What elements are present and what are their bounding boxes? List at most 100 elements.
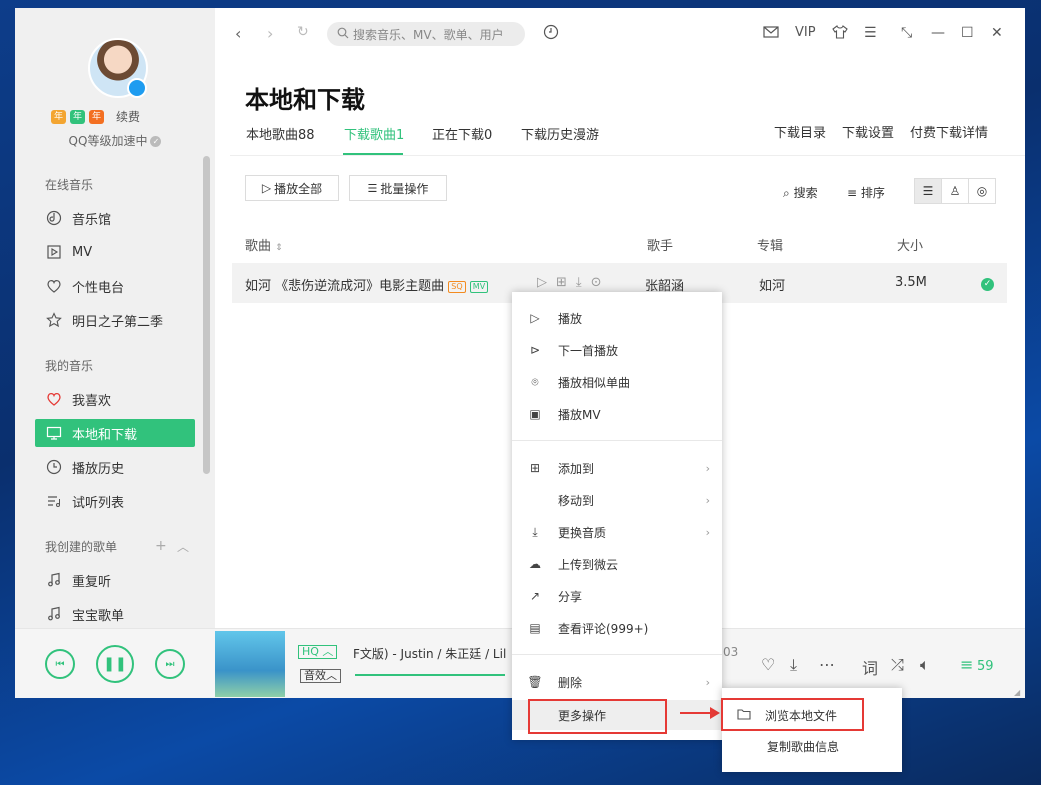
play-icon[interactable]: ▷ xyxy=(537,275,547,290)
sort-button[interactable]: ≡ 排序 xyxy=(847,184,885,201)
menu-item-upload-weiyun[interactable]: ☁ 上传到微云 xyxy=(512,549,722,579)
menu-item-comments[interactable]: ▤ 查看评论(999+) xyxy=(512,613,722,643)
search-local-button[interactable]: ⌕ 搜索 xyxy=(783,184,818,201)
radar-icon: ⌾ xyxy=(531,374,539,389)
pause-button[interactable]: ❚❚ xyxy=(96,645,134,683)
close-icon[interactable]: ✕ xyxy=(991,25,1003,41)
forward-icon[interactable]: › xyxy=(267,24,273,43)
song-title[interactable]: 如河 《悲伤逆流成河》电影主题曲 SQ MV xyxy=(245,275,489,294)
tab-downloaded-songs[interactable]: 下载歌曲1 xyxy=(344,124,404,143)
resize-grip-icon[interactable]: ◢ xyxy=(1014,688,1020,697)
play-all-button[interactable]: ▷ 播放全部 xyxy=(245,175,339,201)
badge-music-package[interactable]: 年 xyxy=(70,109,86,124)
shuffle-icon[interactable]: ⤮ xyxy=(891,655,904,675)
download-icon[interactable]: ⤓ xyxy=(790,655,797,675)
page-title: 本地和下载 xyxy=(245,86,365,114)
menu-divider xyxy=(512,654,722,655)
menu-item-add-to[interactable]: ⊞ 添加到 › xyxy=(512,453,722,483)
badge-green-diamond[interactable]: 年 xyxy=(51,109,67,124)
listen-recognize-icon[interactable] xyxy=(543,24,559,44)
add-playlist-icon[interactable]: + xyxy=(155,538,167,554)
sort-icon: ≡ xyxy=(847,186,858,200)
collapse-icon[interactable]: ︿ xyxy=(177,538,189,555)
chevron-right-icon: › xyxy=(705,493,710,507)
sidebar-item-playlist-repeat[interactable]: 重复听 xyxy=(35,566,195,594)
batch-operation-button[interactable]: ☰ 批量操作 xyxy=(349,175,447,201)
my-music-title: 我的音乐 xyxy=(45,359,94,373)
quality-toggle[interactable]: HQ ︿ xyxy=(298,645,338,659)
singer-view-icon[interactable]: ♙ xyxy=(942,179,969,203)
column-size: 大小 xyxy=(897,239,924,254)
minimize-icon[interactable]: — xyxy=(931,25,945,41)
sidebar-item-music-hall[interactable]: 音乐馆 xyxy=(35,204,195,232)
play-next-icon: ⊳ xyxy=(529,343,541,357)
sidebar-item-radio[interactable]: 个性电台 xyxy=(35,272,195,300)
search-input[interactable]: 搜索音乐、MV、歌单、用户 xyxy=(327,22,525,46)
menu-icon[interactable]: ☰ xyxy=(864,25,877,41)
tab-downloading[interactable]: 正在下载0 xyxy=(432,124,492,143)
menu-item-change-quality[interactable]: ⤓ 更换音质 › xyxy=(512,517,722,547)
maximize-icon[interactable]: ☐ xyxy=(961,25,974,41)
view-switcher: ☰ ♙ ◎ xyxy=(914,178,996,204)
menu-item-share[interactable]: ↗ 分享 xyxy=(512,581,722,611)
album-link[interactable]: 如河 xyxy=(759,275,785,294)
column-song[interactable]: 歌曲 ⇕ xyxy=(245,235,283,254)
paid-download-link[interactable]: 付费下载详情 xyxy=(910,122,988,141)
previous-icon: ⏮ xyxy=(55,658,65,670)
tab-local-songs[interactable]: 本地歌曲88 xyxy=(246,124,315,143)
progress-bar[interactable] xyxy=(355,674,505,676)
playlist-icon[interactable]: ≡ xyxy=(960,655,973,674)
list-view-icon[interactable]: ☰ xyxy=(915,179,942,203)
menu-item-play-mv[interactable]: ▣ 播放MV xyxy=(512,399,722,429)
annotation-arrow xyxy=(680,707,720,719)
back-icon[interactable]: ‹ xyxy=(235,24,241,43)
menu-item-move-to[interactable]: 移动到 › xyxy=(512,485,722,515)
sidebar-item-show[interactable]: 明日之子第二季 xyxy=(35,306,195,334)
playlist-count[interactable]: 59 xyxy=(977,659,994,674)
refresh-icon[interactable]: ↻ xyxy=(297,24,309,40)
more-icon[interactable]: ⊙ xyxy=(591,275,602,290)
share-icon: ↗ xyxy=(529,589,541,603)
sidebar-item-history[interactable]: 播放历史 xyxy=(35,453,195,481)
next-button[interactable]: ⏭ xyxy=(155,649,185,679)
lyrics-icon[interactable]: 词 xyxy=(862,655,878,679)
row-actions: ▷ ⊞ ⤓ ⊙ xyxy=(537,275,602,290)
sidebar-item-mv[interactable]: MV xyxy=(35,238,195,266)
vip-link[interactable]: VIP xyxy=(795,25,816,40)
sidebar-scrollbar[interactable] xyxy=(203,156,210,474)
menu-item-play-next[interactable]: ⊳ 下一首播放 xyxy=(512,335,722,365)
download-icon[interactable]: ⤓ xyxy=(576,275,582,290)
add-icon[interactable]: ⊞ xyxy=(556,275,567,290)
downloaded-check-icon: ✓ xyxy=(981,278,994,291)
sidebar-item-local-download[interactable]: 本地和下载 xyxy=(35,419,195,447)
more-icon[interactable]: ⋯ xyxy=(819,655,835,674)
album-cover[interactable] xyxy=(215,631,285,697)
album-view-icon[interactable]: ◎ xyxy=(969,179,995,203)
mv-icon xyxy=(45,243,63,261)
volume-icon[interactable]: 🔈︎ xyxy=(920,655,930,675)
submenu-item-copy-info[interactable]: 复制歌曲信息 xyxy=(722,731,902,761)
qq-level[interactable]: QQ等级加速中 ✓ xyxy=(15,132,215,149)
download-settings-link[interactable]: 下载设置 xyxy=(842,122,894,141)
sidebar-item-favorites[interactable]: 我喜欢 xyxy=(35,385,195,413)
mini-mode-icon[interactable]: ⤡ xyxy=(901,25,912,41)
like-icon[interactable]: ♡ xyxy=(761,655,775,674)
renew-link[interactable]: 续费 xyxy=(116,108,140,125)
sidebar-item-playlist-baby[interactable]: 宝宝歌单 xyxy=(35,600,195,628)
download-directory-link[interactable]: 下载目录 xyxy=(774,122,826,141)
skin-icon[interactable] xyxy=(832,25,848,43)
menu-item-play-similar[interactable]: ⌾ 播放相似单曲 xyxy=(512,367,722,397)
now-playing-title[interactable]: F文版) - Justin / 朱正廷 / Lil xyxy=(353,645,506,662)
search-icon: ⌕ xyxy=(783,186,790,200)
mv-tag[interactable]: MV xyxy=(469,280,489,293)
chevron-right-icon: › xyxy=(705,525,710,539)
badge-qq-vip[interactable]: 年 xyxy=(89,109,105,124)
sidebar-item-trial-list[interactable]: 试听列表 xyxy=(35,487,195,515)
sound-effect-toggle[interactable]: 音效︿ xyxy=(300,669,341,683)
tab-download-history[interactable]: 下载历史漫游 xyxy=(521,124,599,143)
clock-icon xyxy=(45,458,63,476)
menu-item-delete[interactable]: 🗑︎ 删除 › xyxy=(512,667,722,697)
menu-item-play[interactable]: ▷ 播放 xyxy=(512,303,722,333)
prev-button[interactable]: ⏮ xyxy=(45,649,75,679)
mail-icon[interactable] xyxy=(763,25,779,43)
